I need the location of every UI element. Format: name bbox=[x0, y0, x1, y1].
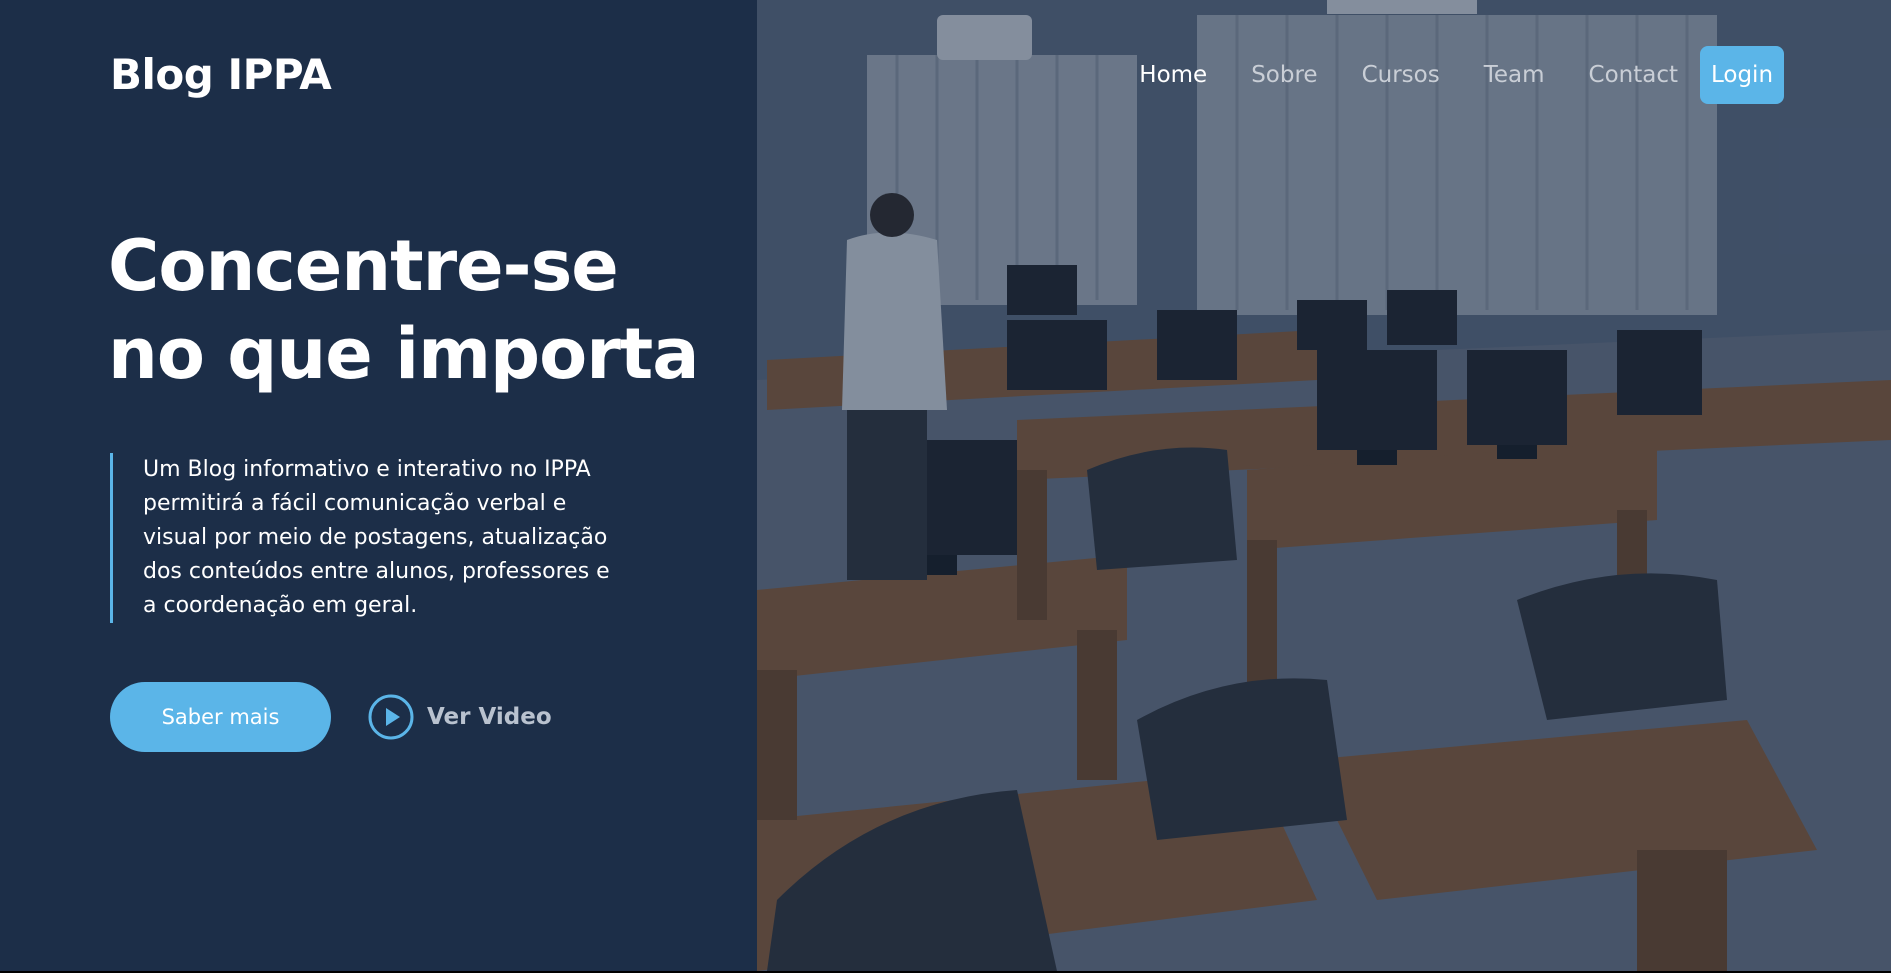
ver-video-link[interactable]: Ver Video bbox=[367, 692, 552, 742]
hero-description: Um Blog informativo e interativo no IPPA… bbox=[110, 453, 630, 623]
nav-link-cursos[interactable]: Cursos bbox=[1362, 62, 1440, 88]
nav-link-sobre[interactable]: Sobre bbox=[1251, 62, 1317, 88]
hero-headline: Concentre-se no que importa bbox=[108, 222, 728, 398]
saber-mais-button[interactable]: Saber mais bbox=[110, 682, 331, 752]
hero-headline-line-2: no que importa bbox=[108, 313, 699, 395]
main-navigation: Home Sobre Cursos Team Contact Login bbox=[1095, 46, 1784, 104]
brand-logo[interactable]: Blog IPPA bbox=[110, 50, 332, 99]
nav-link-contact[interactable]: Contact bbox=[1589, 62, 1678, 88]
play-circle-icon bbox=[368, 694, 414, 740]
hero-section: Blog IPPA Concentre-se no que importa Um… bbox=[0, 0, 1891, 971]
hero-background-image: Home Sobre Cursos Team Contact Login bbox=[757, 0, 1891, 971]
nav-link-team[interactable]: Team bbox=[1484, 62, 1545, 88]
ver-video-label: Ver Video bbox=[427, 704, 552, 730]
classroom-photo bbox=[757, 0, 1891, 971]
hero-left-panel: Blog IPPA Concentre-se no que importa Um… bbox=[0, 0, 757, 971]
nav-link-home[interactable]: Home bbox=[1139, 62, 1207, 88]
login-button[interactable]: Login bbox=[1700, 46, 1784, 104]
hero-headline-line-1: Concentre-se bbox=[108, 225, 619, 307]
